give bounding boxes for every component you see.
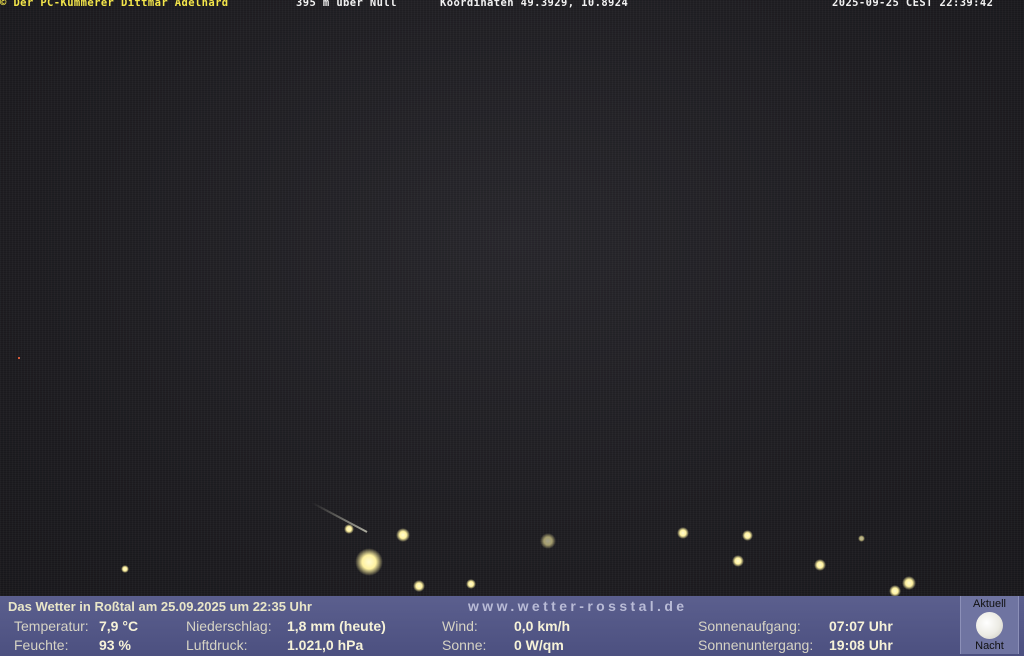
- moon-status-top: Aktuell: [972, 598, 1007, 610]
- timestamp-text: 2025-09-25 CEST 22:39:42: [832, 0, 994, 9]
- sun-label: Sonne:: [442, 637, 487, 653]
- humidity-value: 93 %: [99, 637, 131, 653]
- street-light: [732, 555, 744, 567]
- sunrise-value: 07:07 Uhr: [829, 618, 893, 634]
- webcam-info-bar: © Der PC-Kümmerer Dittmar Adelhard 395 m…: [0, 0, 1024, 10]
- temperature-label: Temperatur:: [14, 618, 89, 634]
- sunrise-label: Sonnenaufgang:: [698, 618, 801, 634]
- altitude-text: 395 m über Null: [296, 0, 397, 9]
- street-light: [902, 576, 916, 590]
- street-light: [396, 528, 410, 542]
- pressure-label: Luftdruck:: [186, 637, 248, 653]
- moon-icon: [976, 612, 1003, 639]
- wind-value: 0,0 km/h: [514, 618, 571, 634]
- coordinates-text: Koordinaten 49.3929, 10.8924: [440, 0, 629, 9]
- wind-label: Wind:: [442, 618, 478, 634]
- street-light: [858, 535, 865, 542]
- weather-title: Das Wetter in Roßtal am 25.09.2025 um 22…: [8, 599, 312, 614]
- street-light: [344, 524, 354, 534]
- street-light: [413, 580, 425, 592]
- website-link[interactable]: www.wetter-rosstal.de: [468, 598, 687, 614]
- webcam-night-image: © Der PC-Kümmerer Dittmar Adelhard 395 m…: [0, 0, 1024, 597]
- humidity-label: Feuchte:: [14, 637, 69, 653]
- precipitation-value: 1,8 mm (heute): [287, 618, 386, 634]
- moon-status-bottom: Nacht: [975, 640, 1004, 652]
- sunset-label: Sonnenuntergang:: [698, 637, 814, 653]
- street-light: [355, 548, 383, 576]
- sunset-value: 19:08 Uhr: [829, 637, 893, 653]
- moon-phase-box: Aktuell Nacht: [960, 596, 1019, 654]
- light-streak: [311, 502, 368, 533]
- street-light: [466, 579, 476, 589]
- copyright-text: © Der PC-Kümmerer Dittmar Adelhard: [0, 0, 229, 9]
- street-light: [677, 527, 689, 539]
- distant-red-light: [18, 357, 20, 359]
- pressure-value: 1.021,0 hPa: [287, 637, 364, 653]
- precipitation-label: Niederschlag:: [186, 618, 272, 634]
- sun-value: 0 W/qm: [514, 637, 564, 653]
- street-light: [540, 533, 556, 549]
- street-light: [742, 530, 753, 541]
- weather-panel: Das Wetter in Roßtal am 25.09.2025 um 22…: [0, 596, 1024, 656]
- temperature-value: 7,9 °C: [99, 618, 139, 634]
- street-light: [121, 565, 129, 573]
- street-light: [814, 559, 826, 571]
